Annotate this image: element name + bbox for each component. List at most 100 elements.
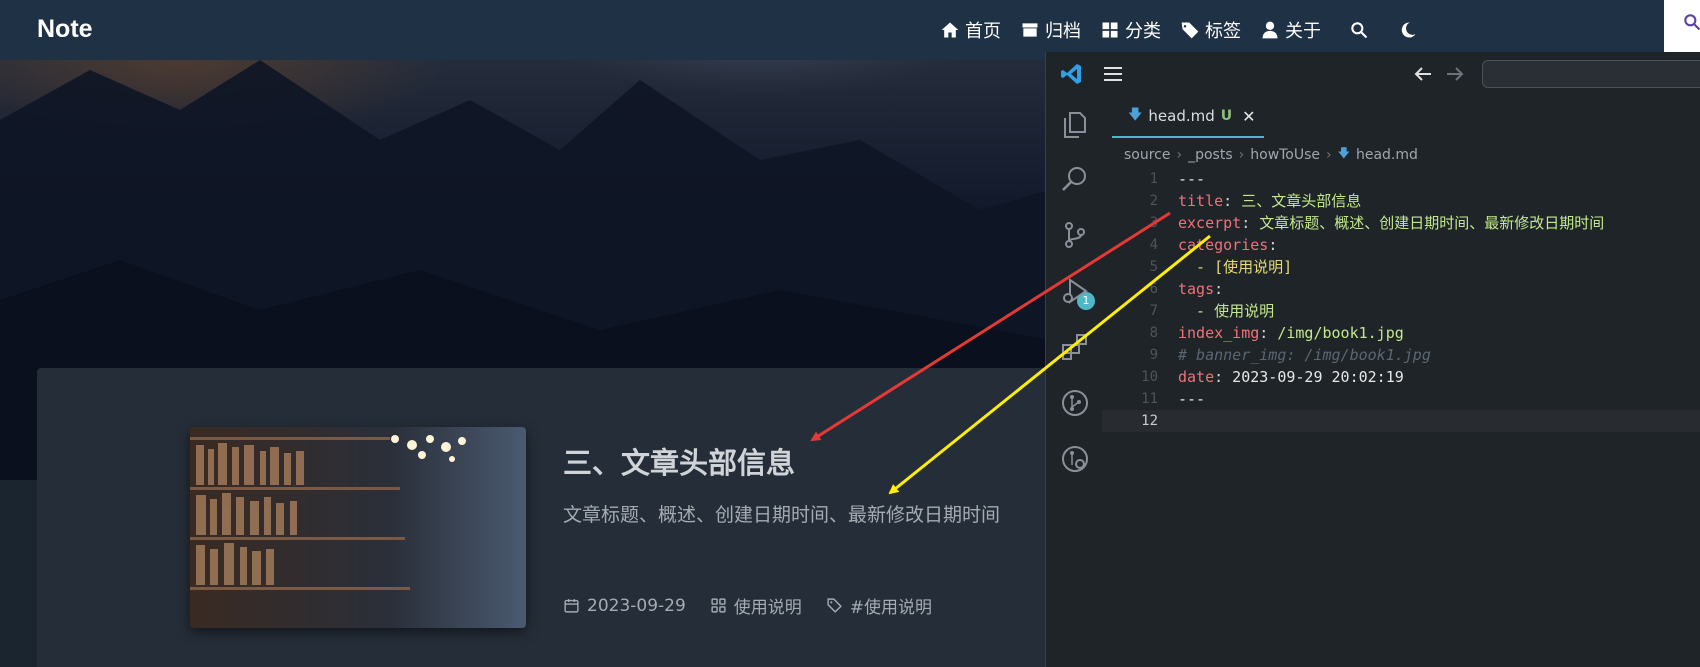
yaml-colon: :: [1223, 192, 1233, 210]
nav-item-tags[interactable]: 标签: [1180, 17, 1241, 43]
code-line: 5 - [使用说明]: [1102, 256, 1700, 278]
yaml-key: date: [1178, 368, 1215, 386]
post-thumbnail[interactable]: [190, 427, 526, 628]
yaml-colon: :: [1241, 214, 1251, 232]
tab-filename: head.md: [1148, 107, 1215, 125]
nav-label: 首页: [965, 21, 1001, 42]
line-number: 1: [1149, 171, 1158, 187]
line-number: 4: [1149, 237, 1158, 253]
archive-icon: [1022, 23, 1038, 37]
nav-item-archive[interactable]: 归档: [1020, 17, 1081, 43]
post-date: 2023-09-29: [563, 596, 686, 616]
browser-edge: [1664, 0, 1700, 52]
bookshelf-image: [190, 427, 526, 628]
breadcrumb-item[interactable]: source: [1124, 147, 1171, 163]
nav-label: 标签: [1205, 21, 1241, 42]
dark-mode-toggle[interactable]: [1397, 19, 1419, 41]
yaml-value: ---: [1178, 170, 1206, 188]
post-title[interactable]: 三、文章头部信息: [563, 440, 795, 482]
source-control-button[interactable]: [1060, 220, 1090, 250]
arrow-right-icon[interactable]: [1444, 63, 1466, 85]
chevron-right-icon: ›: [1238, 146, 1245, 163]
line-number: 12: [1141, 413, 1158, 429]
breadcrumb-item[interactable]: howToUse: [1250, 147, 1320, 163]
yaml-value: 三、文章头部信息: [1232, 192, 1362, 210]
search-button[interactable]: [1348, 19, 1370, 41]
yaml-value: - 使用说明: [1178, 302, 1275, 320]
yaml-value: - [使用说明]: [1178, 258, 1293, 276]
editor-tabbar: 🡇 head.md U ✕: [1102, 96, 1700, 138]
yaml-colon: :: [1214, 280, 1224, 298]
calendar-icon: [564, 599, 579, 613]
extensions-icon: [1062, 334, 1087, 360]
post-meta: 2023-09-29 使用说明 #使用说明: [563, 593, 932, 618]
yaml-colon: :: [1268, 236, 1278, 254]
line-number: 8: [1149, 325, 1158, 341]
category-icon: [711, 598, 726, 613]
top-navbar: Note 首页 归档 分类 标签 关于: [0, 0, 1700, 60]
close-icon[interactable]: ✕: [1242, 107, 1255, 126]
post-category[interactable]: 使用说明: [710, 593, 802, 618]
explorer-button[interactable]: [1060, 110, 1090, 140]
yaml-value: /img/book1.jpg: [1268, 324, 1404, 342]
remote-icon: [1062, 446, 1088, 472]
code-line: 10 date: 2023-09-29 20:02:19: [1102, 366, 1700, 388]
code-line: 3 excerpt: 文章标题、概述、创建日期时间、最新修改日期时间: [1102, 212, 1700, 234]
nav-label: 分类: [1125, 21, 1161, 42]
search-view-button[interactable]: [1060, 164, 1090, 194]
yaml-key: categories: [1178, 236, 1269, 254]
extensions-button[interactable]: [1060, 332, 1090, 362]
activity-bar: 1: [1046, 96, 1102, 667]
hamburger-menu-icon[interactable]: [1102, 64, 1124, 84]
breadcrumb-item[interactable]: head.md: [1356, 147, 1418, 163]
search-icon: [1062, 167, 1086, 191]
brand-logo[interactable]: Note: [37, 15, 93, 44]
git-graph-button[interactable]: [1060, 388, 1090, 418]
breadcrumb-item[interactable]: _posts: [1188, 147, 1233, 163]
markdown-file-icon: 🡇: [1128, 107, 1143, 123]
nav-item-category[interactable]: 分类: [1100, 17, 1161, 43]
line-number: 2: [1149, 193, 1158, 209]
breadcrumb: source › _posts › howToUse › 🡇 head.md: [1124, 144, 1418, 165]
code-line: 4 categories:: [1102, 234, 1700, 256]
yaml-key: excerpt: [1178, 214, 1242, 232]
git-graph-icon: [1062, 390, 1088, 416]
code-editor[interactable]: 1 --- 2 title: 三、文章头部信息 3 excerpt: 文章标题、…: [1102, 168, 1700, 667]
post-date-text: 2023-09-29: [587, 595, 686, 616]
vscode-logo-icon: [1061, 64, 1081, 84]
post-category-text: 使用说明: [733, 598, 802, 618]
chevron-right-icon: ›: [1326, 146, 1332, 163]
nav-item-about[interactable]: 关于: [1260, 17, 1321, 43]
nav-label: 归档: [1045, 21, 1081, 42]
files-icon: [1064, 112, 1086, 138]
code-line: 9 # banner_img: /img/book1.jpg: [1102, 344, 1700, 366]
moon-icon: [1401, 22, 1416, 38]
yaml-value: 文章标题、概述、创建日期时间、最新修改日期时间: [1250, 214, 1605, 232]
tab-untracked-badge: U: [1220, 108, 1233, 124]
yaml-value: ---: [1178, 390, 1206, 408]
yaml-key: index_img: [1178, 324, 1260, 342]
yaml-colon: :: [1214, 368, 1224, 386]
remote-explorer-button[interactable]: [1060, 444, 1090, 474]
run-debug-button[interactable]: [1060, 276, 1090, 306]
source-control-icon: [1065, 222, 1085, 248]
yaml-key: tags: [1178, 280, 1215, 298]
yaml-comment: # banner_img: /img/book1.jpg: [1178, 346, 1431, 364]
search-icon: [1684, 14, 1700, 31]
vscode-window: 1 🡇 head.md U ✕ source › _posts › howToU…: [1045, 52, 1700, 667]
post-tag[interactable]: #使用说明: [826, 593, 932, 618]
home-icon: [941, 22, 959, 38]
yaml-key: title: [1178, 192, 1224, 210]
line-number: 5: [1149, 259, 1158, 275]
nav-menu: 首页 归档 分类 标签 关于: [940, 17, 1419, 43]
line-number: 6: [1149, 281, 1158, 297]
editor-tab-head-md[interactable]: 🡇 head.md U ✕: [1112, 96, 1264, 138]
yaml-value: 2023-09-29 20:02:19: [1223, 368, 1404, 386]
nav-item-home[interactable]: 首页: [940, 17, 1001, 43]
code-line: 1 ---: [1102, 168, 1700, 190]
command-center-search[interactable]: [1482, 60, 1700, 88]
chevron-right-icon: ›: [1176, 146, 1183, 163]
arrow-left-icon[interactable]: [1412, 63, 1434, 85]
line-number: 11: [1141, 391, 1158, 407]
tag-icon: [827, 598, 842, 613]
